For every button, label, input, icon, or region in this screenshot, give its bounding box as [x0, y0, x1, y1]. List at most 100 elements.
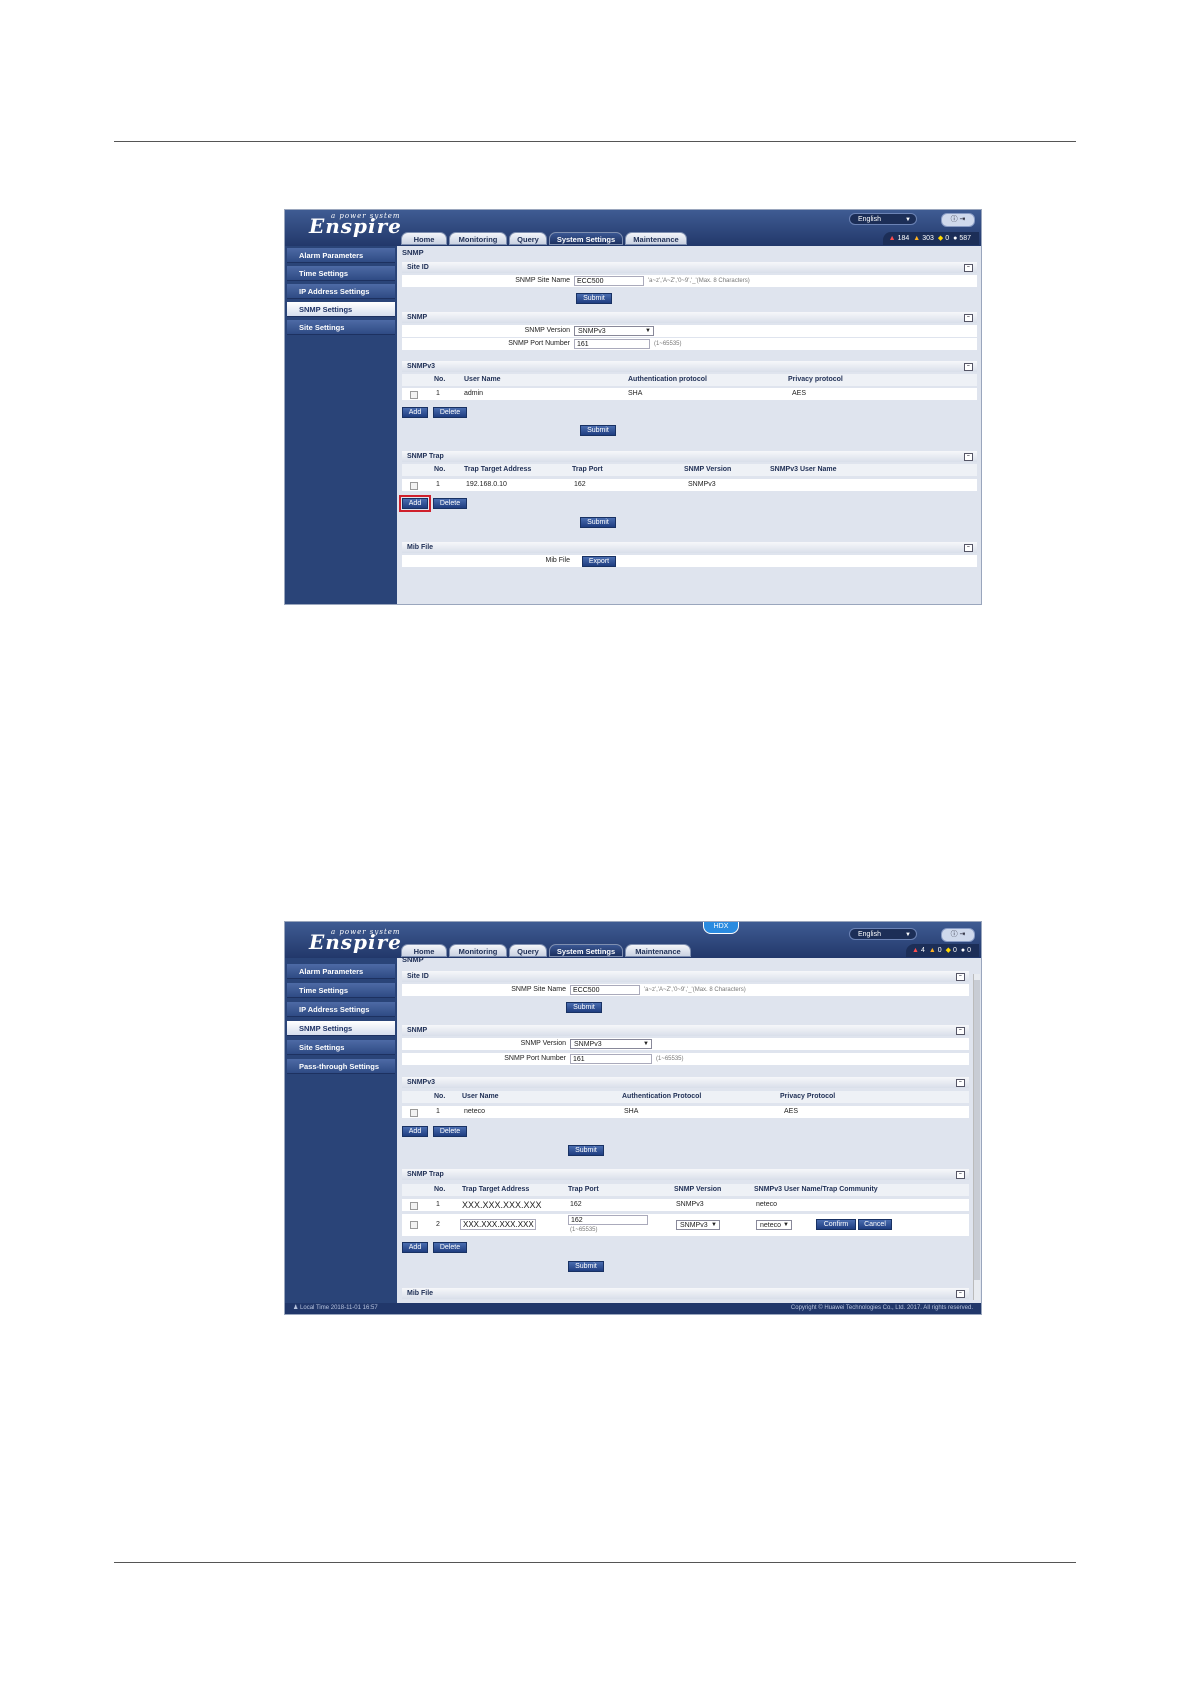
snmpv3-add-button[interactable]: Add	[402, 1126, 428, 1137]
tab-system-settings[interactable]: System Settings	[549, 944, 623, 957]
hdx-badge[interactable]: HDX	[703, 922, 739, 934]
info-logout-icons[interactable]: ⓘ ⇥	[941, 213, 975, 227]
sidebar: Alarm Parameters Time Settings IP Addres…	[285, 958, 397, 1303]
row-checkbox[interactable]	[410, 1109, 418, 1117]
table-row[interactable]: 1 neteco SHA AES	[402, 1106, 969, 1118]
chevron-down-icon: ▼	[783, 1222, 789, 1228]
row-checkbox[interactable]	[410, 482, 418, 490]
site-id-submit-button[interactable]: Submit	[566, 1002, 602, 1013]
sidebar-item-site-settings[interactable]: Site Settings	[287, 320, 395, 335]
sidebar-item-alarm-parameters[interactable]: Alarm Parameters	[287, 964, 395, 979]
tab-query[interactable]: Query	[509, 232, 547, 245]
site-name-input[interactable]: ECC500	[574, 276, 644, 286]
minor-alarm-count: 0	[953, 947, 957, 954]
trap-add-button[interactable]: Add	[399, 495, 431, 512]
alarm-counters[interactable]: ▲ 4 ▲ 0 ◆ 0 ● 0	[906, 944, 979, 957]
trap-submit-button[interactable]: Submit	[568, 1261, 604, 1272]
cell-snmp-version: SNMPv3	[688, 481, 716, 488]
trap-user-select[interactable]: neteco ▼	[756, 1220, 792, 1230]
table-row-editing[interactable]: 2 XXX.XXX.XXX.XXX 162 (1~65535) SNMPv3 ▼ …	[402, 1214, 969, 1236]
tab-query[interactable]: Query	[509, 944, 547, 957]
tab-system-settings[interactable]: System Settings	[549, 232, 623, 245]
sidebar-item-pass-through-settings[interactable]: Pass-through Settings	[287, 1059, 395, 1074]
col-auth-protocol: Authentication protocol	[628, 376, 707, 383]
collapse-icon[interactable]: −	[964, 544, 973, 552]
cell-snmp-version: SNMPv3	[676, 1201, 704, 1208]
mib-section-title: Mib File −	[402, 542, 977, 553]
table-row[interactable]: 1 XXX.XXX.XXX.XXX 162 SNMPv3 neteco	[402, 1199, 969, 1211]
table-row[interactable]: 1 admin SHA AES	[402, 388, 977, 400]
collapse-icon[interactable]: −	[956, 1079, 965, 1087]
collapse-icon[interactable]: −	[956, 1171, 965, 1179]
row-checkbox[interactable]	[410, 391, 418, 399]
snmpv3-submit-button[interactable]: Submit	[580, 425, 616, 436]
snmpv3-add-button[interactable]: Add	[402, 407, 428, 418]
sidebar-item-ip-address-settings[interactable]: IP Address Settings	[287, 1002, 395, 1017]
snmp-port-row: SNMP Port Number 161 (1~65535)	[402, 1053, 969, 1065]
collapse-icon[interactable]: −	[964, 453, 973, 461]
site-name-label: SNMP Site Name	[511, 986, 566, 993]
site-id-submit-button[interactable]: Submit	[576, 293, 612, 304]
sidebar-item-time-settings[interactable]: Time Settings	[287, 983, 395, 998]
snmp-version-select[interactable]: SNMPv3 ▼	[570, 1039, 652, 1049]
sidebar-item-ip-address-settings[interactable]: IP Address Settings	[287, 284, 395, 299]
language-select[interactable]: English ▼	[849, 928, 917, 940]
critical-alarm-count: 4	[920, 947, 925, 954]
scrollbar-thumb[interactable]	[974, 980, 980, 1280]
sidebar-item-alarm-parameters[interactable]: Alarm Parameters	[287, 248, 395, 263]
tab-monitoring[interactable]: Monitoring	[449, 944, 507, 957]
snmp-port-input[interactable]: 161	[570, 1054, 652, 1064]
snmp-port-input[interactable]: 161	[574, 339, 650, 349]
collapse-icon[interactable]: −	[964, 264, 973, 272]
sidebar-item-snmp-settings[interactable]: SNMP Settings	[287, 1021, 395, 1036]
enspire-logo: a power system Enspire	[309, 212, 402, 238]
collapse-icon[interactable]: −	[956, 1027, 965, 1035]
minor-alarm-icon: ◆	[945, 947, 951, 954]
trap-port-hint: (1~65535)	[570, 1227, 598, 1233]
tab-monitoring[interactable]: Monitoring	[449, 232, 507, 245]
trap-delete-button[interactable]: Delete	[433, 498, 467, 509]
cancel-button[interactable]: Cancel	[858, 1219, 892, 1230]
snmpv3-submit-button[interactable]: Submit	[568, 1145, 604, 1156]
snmp-version-value: SNMPv3	[578, 328, 606, 335]
language-select[interactable]: English ▼	[849, 213, 917, 225]
alarm-counters[interactable]: ▲ 184 ▲ 303 ◆ 0 ● 587	[882, 232, 979, 245]
collapse-icon[interactable]: −	[956, 1290, 965, 1298]
sidebar-item-site-settings[interactable]: Site Settings	[287, 1040, 395, 1055]
major-alarm-icon: ▲	[928, 947, 936, 954]
row-checkbox[interactable]	[410, 1202, 418, 1210]
chevron-down-icon: ▼	[643, 1041, 649, 1047]
sidebar-item-snmp-settings[interactable]: SNMP Settings	[287, 302, 395, 317]
trap-version-value: SNMPv3	[680, 1222, 708, 1229]
col-no: No.	[434, 1093, 446, 1100]
mib-export-button[interactable]: Export	[582, 556, 616, 567]
row-checkbox[interactable]	[410, 1221, 418, 1229]
collapse-icon[interactable]: −	[956, 973, 965, 981]
trap-submit-button[interactable]: Submit	[580, 517, 616, 528]
section-title-text: Mib File	[407, 1290, 434, 1297]
trap-add-button[interactable]: Add	[402, 1242, 428, 1253]
collapse-icon[interactable]: −	[964, 314, 973, 322]
vertical-scrollbar[interactable]	[973, 974, 980, 1300]
section-title-text: SNMP Trap	[407, 453, 444, 460]
snmp-version-select[interactable]: SNMPv3 ▼	[574, 326, 654, 336]
site-name-hint: 'a~z','A~Z','0~9','_'(Max. 8 Characters)	[644, 987, 746, 993]
trap-delete-button[interactable]: Delete	[433, 1242, 467, 1253]
sidebar-item-time-settings[interactable]: Time Settings	[287, 266, 395, 281]
tab-maintenance[interactable]: Maintenance	[625, 944, 691, 957]
site-name-input[interactable]: ECC500	[570, 985, 640, 995]
confirm-button[interactable]: Confirm	[816, 1219, 856, 1230]
collapse-icon[interactable]: −	[964, 363, 973, 371]
cell-trap-address: 192.168.0.10	[466, 481, 507, 488]
tab-home[interactable]: Home	[401, 232, 447, 245]
table-row[interactable]: 1 192.168.0.10 162 SNMPv3	[402, 479, 977, 491]
tab-maintenance[interactable]: Maintenance	[625, 232, 687, 245]
cell-trap-port: 162	[570, 1201, 582, 1208]
cell-privacy-protocol: AES	[792, 390, 807, 397]
snmpv3-delete-button[interactable]: Delete	[433, 407, 467, 418]
info-logout-icons[interactable]: ⓘ ⇥	[941, 928, 975, 942]
trap-address-input[interactable]: XXX.XXX.XXX.XXX	[460, 1219, 536, 1230]
snmpv3-delete-button[interactable]: Delete	[433, 1126, 467, 1137]
trap-version-select[interactable]: SNMPv3 ▼	[676, 1220, 720, 1230]
enspire-logo: a power system Enspire	[309, 928, 402, 954]
